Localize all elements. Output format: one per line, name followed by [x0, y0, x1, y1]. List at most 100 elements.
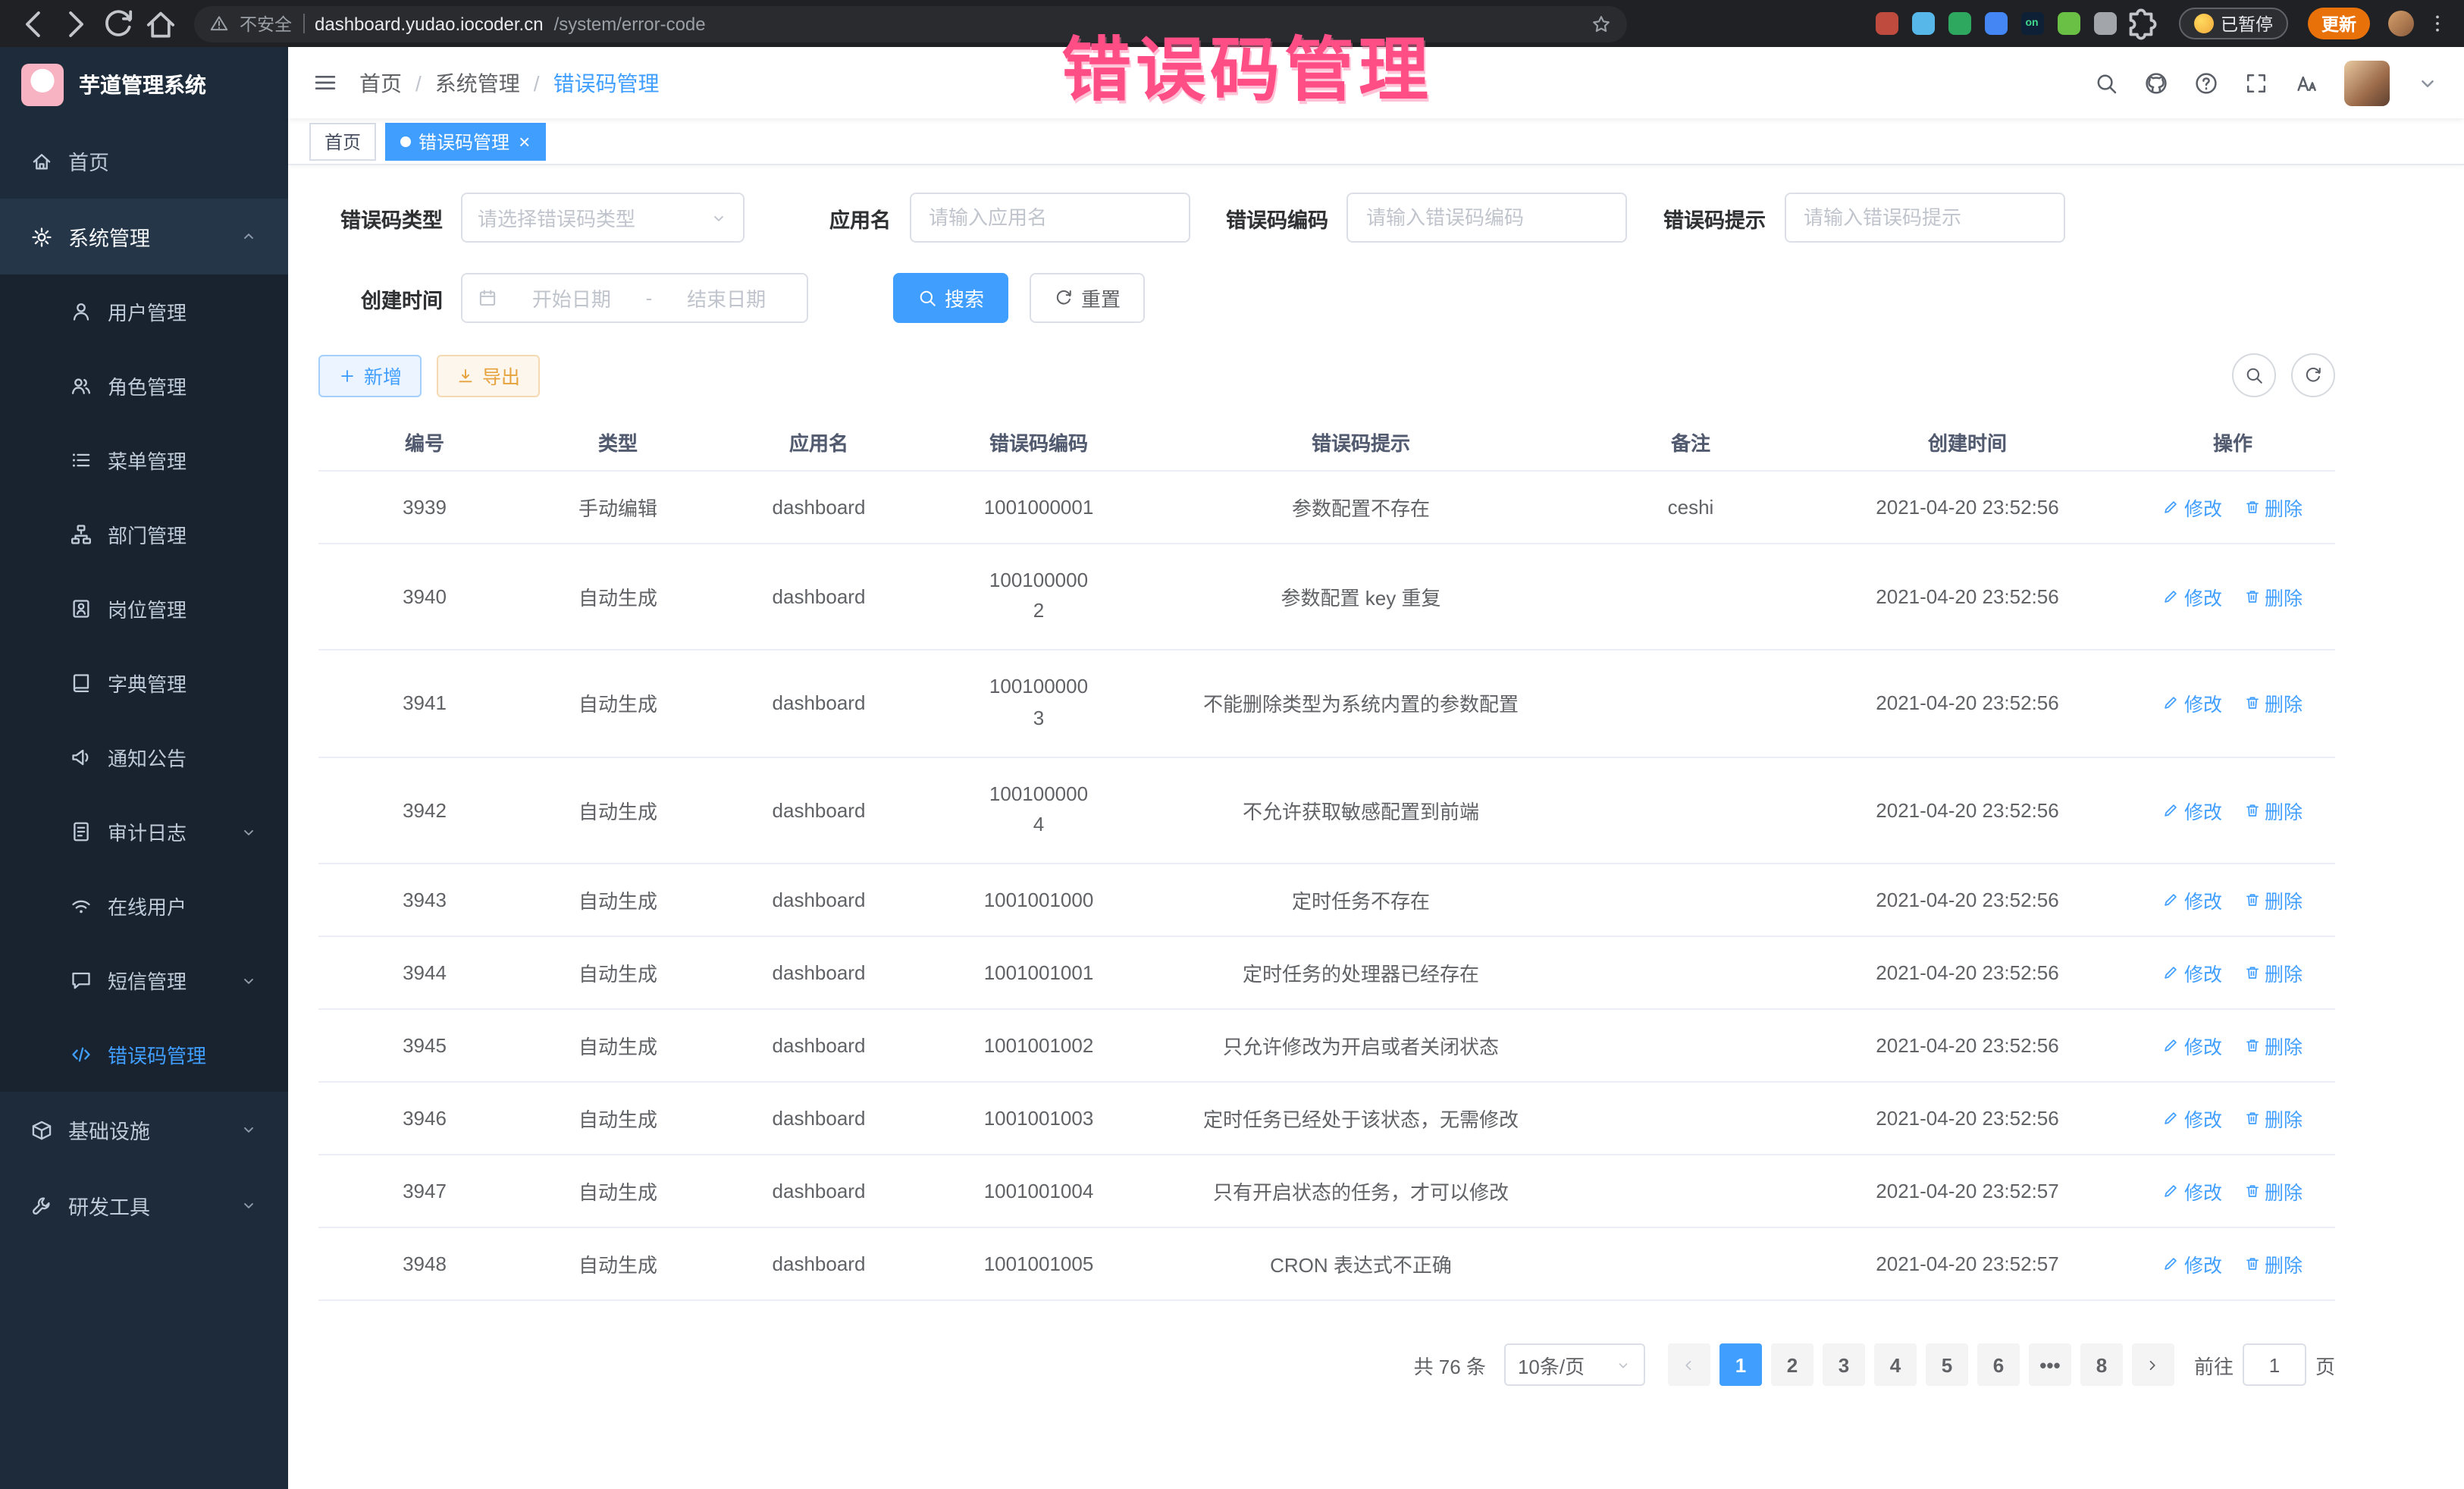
bookmark-star-icon[interactable] — [1591, 13, 1612, 34]
sidebar-item-dept-management[interactable]: 部门管理 — [0, 497, 288, 572]
cell-code: 1001001001 — [933, 937, 1145, 1010]
sidebar-item-system-management[interactable]: 系统管理 — [0, 199, 288, 274]
cell-type-value: 自动生成 — [578, 1255, 657, 1277]
app-name-label: 应用名 — [829, 202, 891, 233]
edit-link[interactable]: 修改 — [2163, 1105, 2222, 1133]
cell-code-value: 1001000003 — [986, 672, 1092, 735]
online-icon — [70, 895, 92, 917]
reset-button[interactable]: 重置 — [1030, 273, 1145, 323]
tab-error-code[interactable]: 错误码管理× — [385, 122, 545, 160]
page-button-5[interactable]: 5 — [1926, 1344, 1968, 1387]
delete-link[interactable]: 删除 — [2243, 1177, 2303, 1206]
edit-link[interactable]: 修改 — [2163, 1032, 2222, 1061]
search-icon[interactable] — [2094, 71, 2118, 95]
caret-down-icon[interactable] — [2415, 71, 2440, 95]
next-page-button[interactable] — [2132, 1344, 2174, 1387]
help-icon[interactable] — [2194, 71, 2218, 95]
browser-profile-avatar[interactable] — [2388, 11, 2414, 36]
reload-icon[interactable] — [100, 5, 136, 42]
github-icon[interactable] — [2144, 71, 2168, 95]
hamburger-icon[interactable] — [312, 70, 338, 96]
edit-link[interactable]: 修改 — [2163, 796, 2222, 825]
extension-icon[interactable] — [1911, 12, 1934, 35]
error-code-input[interactable] — [1346, 193, 1627, 243]
browser-menu-icon[interactable] — [2426, 12, 2449, 35]
back-icon[interactable] — [15, 5, 52, 42]
edit-link[interactable]: 修改 — [2163, 959, 2222, 988]
sidebar-item-dict-management[interactable]: 字典管理 — [0, 646, 288, 720]
extension-icon[interactable]: on — [2020, 12, 2043, 35]
cell-code-value: 1001001002 — [984, 1035, 1094, 1058]
extension-icon[interactable] — [2057, 12, 2080, 35]
browser-home-icon[interactable] — [143, 5, 179, 42]
sidebar-item-online-user[interactable]: 在线用户 — [0, 869, 288, 943]
page-button-3[interactable]: 3 — [1823, 1344, 1865, 1387]
sidebar-item-role-management[interactable]: 角色管理 — [0, 349, 288, 423]
breadcrumb-item[interactable]: 系统管理 — [435, 67, 520, 98]
add-button[interactable]: 新增 — [318, 354, 422, 397]
edit-link[interactable]: 修改 — [2163, 1177, 2222, 1206]
delete-link[interactable]: 删除 — [2243, 796, 2303, 825]
error-hint-input[interactable] — [1784, 193, 2064, 243]
edit-link[interactable]: 修改 — [2163, 886, 2222, 915]
delete-link[interactable]: 删除 — [2243, 1032, 2303, 1061]
sidebar-item-sms-management[interactable]: 短信管理 — [0, 943, 288, 1017]
edit-link[interactable]: 修改 — [2163, 492, 2222, 521]
sidebar-item-audit-log[interactable]: 审计日志 — [0, 795, 288, 869]
sidebar-item-infrastructure[interactable]: 基础设施 — [0, 1092, 288, 1168]
sidebar-item-dev-tools[interactable]: 研发工具 — [0, 1168, 288, 1243]
user-avatar[interactable] — [2344, 60, 2390, 105]
sidebar-item-post-management[interactable]: 岗位管理 — [0, 572, 288, 646]
error-code-table: 编号类型应用名错误码编码错误码提示备注创建时间操作3939手动编辑dashboa… — [318, 415, 2335, 1302]
delete-link[interactable]: 删除 — [2243, 1105, 2303, 1133]
sidebar-item-notice[interactable]: 通知公告 — [0, 720, 288, 795]
toggle-search-button[interactable] — [2232, 353, 2276, 397]
page-button-1[interactable]: 1 — [1719, 1344, 1762, 1387]
cell-type: 自动生成 — [531, 1010, 705, 1083]
edit-link[interactable]: 修改 — [2163, 582, 2222, 611]
delete-icon — [2243, 892, 2260, 909]
goto-page-input[interactable] — [2243, 1344, 2306, 1387]
page-button-6[interactable]: 6 — [1977, 1344, 2020, 1387]
page-button-8[interactable]: 8 — [2080, 1344, 2123, 1387]
app-name-input[interactable] — [909, 193, 1190, 243]
page-size-select[interactable]: 10条/页 — [1504, 1344, 1645, 1387]
breadcrumb-item[interactable]: 错误码管理 — [553, 67, 660, 98]
prev-page-button[interactable] — [1668, 1344, 1710, 1387]
search-button[interactable]: 搜索 — [893, 273, 1008, 323]
extension-icon[interactable] — [1984, 12, 2007, 35]
extensions-puzzle-icon[interactable] — [2122, 5, 2158, 42]
chevron-down-icon — [1615, 1357, 1632, 1374]
error-type-select[interactable]: 请选择错误码类型 — [461, 193, 745, 243]
more-pages-button[interactable]: ••• — [2029, 1344, 2071, 1387]
edit-link[interactable]: 修改 — [2163, 1250, 2222, 1279]
browser-update-button[interactable]: 更新 — [2308, 8, 2370, 39]
fullscreen-icon[interactable] — [2244, 71, 2268, 95]
extension-icon[interactable] — [2093, 12, 2116, 35]
delete-link[interactable]: 删除 — [2243, 582, 2303, 611]
annotation-watermark: 错误码管理 — [1061, 15, 1433, 115]
close-icon[interactable]: × — [519, 131, 530, 151]
refresh-table-button[interactable] — [2291, 353, 2335, 397]
delete-link[interactable]: 删除 — [2243, 492, 2303, 521]
page-button-4[interactable]: 4 — [1874, 1344, 1917, 1387]
delete-link[interactable]: 删除 — [2243, 1250, 2303, 1279]
sidebar-item-home[interactable]: 首页 — [0, 123, 288, 199]
delete-link[interactable]: 删除 — [2243, 689, 2303, 718]
delete-link[interactable]: 删除 — [2243, 886, 2303, 915]
forward-icon[interactable] — [58, 5, 94, 42]
extension-icon[interactable] — [1948, 12, 1970, 35]
page-button-2[interactable]: 2 — [1771, 1344, 1814, 1387]
export-button[interactable]: 导出 — [437, 354, 540, 397]
tab-home[interactable]: 首页 — [309, 122, 376, 160]
sidebar-item-user-management[interactable]: 用户管理 — [0, 274, 288, 349]
edit-link[interactable]: 修改 — [2163, 689, 2222, 718]
breadcrumb-item[interactable]: 首页 — [359, 67, 402, 98]
date-range-picker[interactable]: 开始日期 - 结束日期 — [461, 273, 808, 323]
sidebar-item-error-code-management[interactable]: 错误码管理 — [0, 1017, 288, 1092]
font-size-icon[interactable] — [2294, 71, 2318, 95]
extension-icon[interactable] — [1875, 12, 1898, 35]
delete-link[interactable]: 删除 — [2243, 959, 2303, 988]
profile-paused-chip[interactable]: 已暂停 — [2178, 8, 2288, 39]
sidebar-item-menu-management[interactable]: 菜单管理 — [0, 423, 288, 497]
